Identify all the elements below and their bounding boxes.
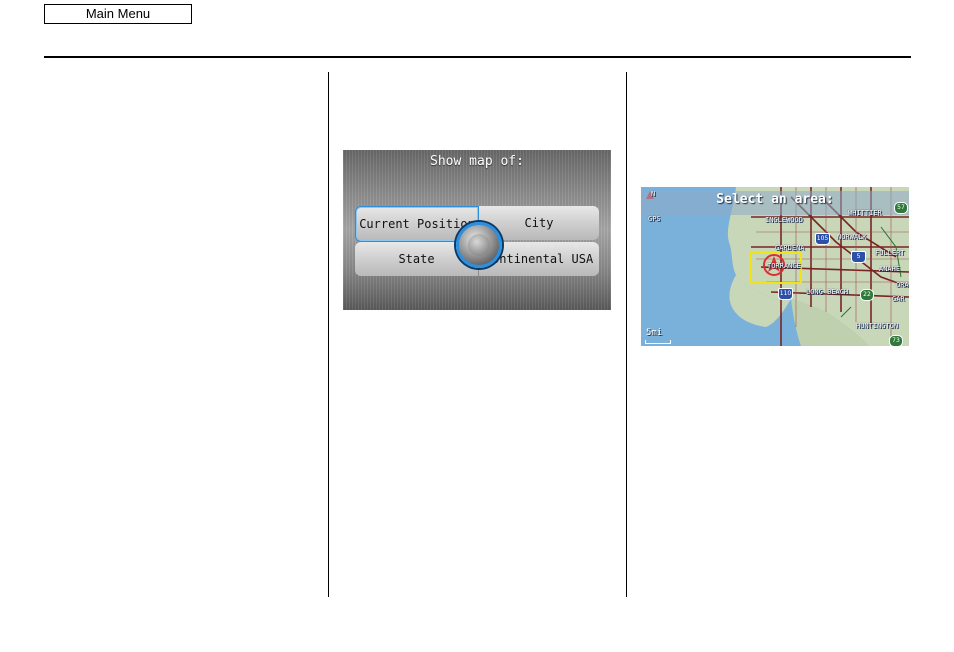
place-fullert: FULLERT <box>875 249 905 257</box>
show-map-of-screen: Show map of: Current Position City State… <box>343 150 611 310</box>
map-scale-label: 5mi <box>646 328 663 338</box>
place-gardena: GARDENA <box>775 244 805 252</box>
place-inglewood: INGLEWOOD <box>765 216 803 224</box>
header-rule <box>44 56 911 58</box>
place-ora: ORA <box>896 281 909 289</box>
north-indicator-label: N <box>651 190 656 198</box>
column-divider-right <box>626 72 627 597</box>
place-whittier: WHITTIER <box>848 209 882 217</box>
route-57-shield: 57 <box>894 202 908 214</box>
route-22-shield: 22 <box>860 289 874 301</box>
map-scale-bar <box>645 340 671 344</box>
column-divider-left <box>328 72 329 597</box>
show-map-title: Show map of: <box>430 154 524 169</box>
select-area-title: Select an area: <box>716 192 834 207</box>
knob-center <box>468 234 490 256</box>
gps-indicator: GPS <box>648 215 661 223</box>
place-gar: GAR <box>892 295 905 303</box>
place-norwalk: NORWALK <box>837 233 867 241</box>
route-105-shield: 105 <box>815 233 830 245</box>
place-huntington: HUNTINGTON <box>856 322 899 330</box>
place-anahe: ANAHE <box>879 265 901 273</box>
interface-dial-knob[interactable] <box>456 222 502 268</box>
route-5-shield: 5 <box>851 251 866 263</box>
route-73-shield: 73 <box>889 335 903 346</box>
select-area-map-screen[interactable]: Select an area: N GPS INGLEWOOD WHITTIER… <box>641 187 909 346</box>
route-110-shield: 110 <box>778 288 793 300</box>
place-long-beach: LONG BEACH <box>806 288 849 296</box>
main-menu-button[interactable]: Main Menu <box>44 4 192 24</box>
place-torrance: TORRANCE <box>767 262 801 270</box>
